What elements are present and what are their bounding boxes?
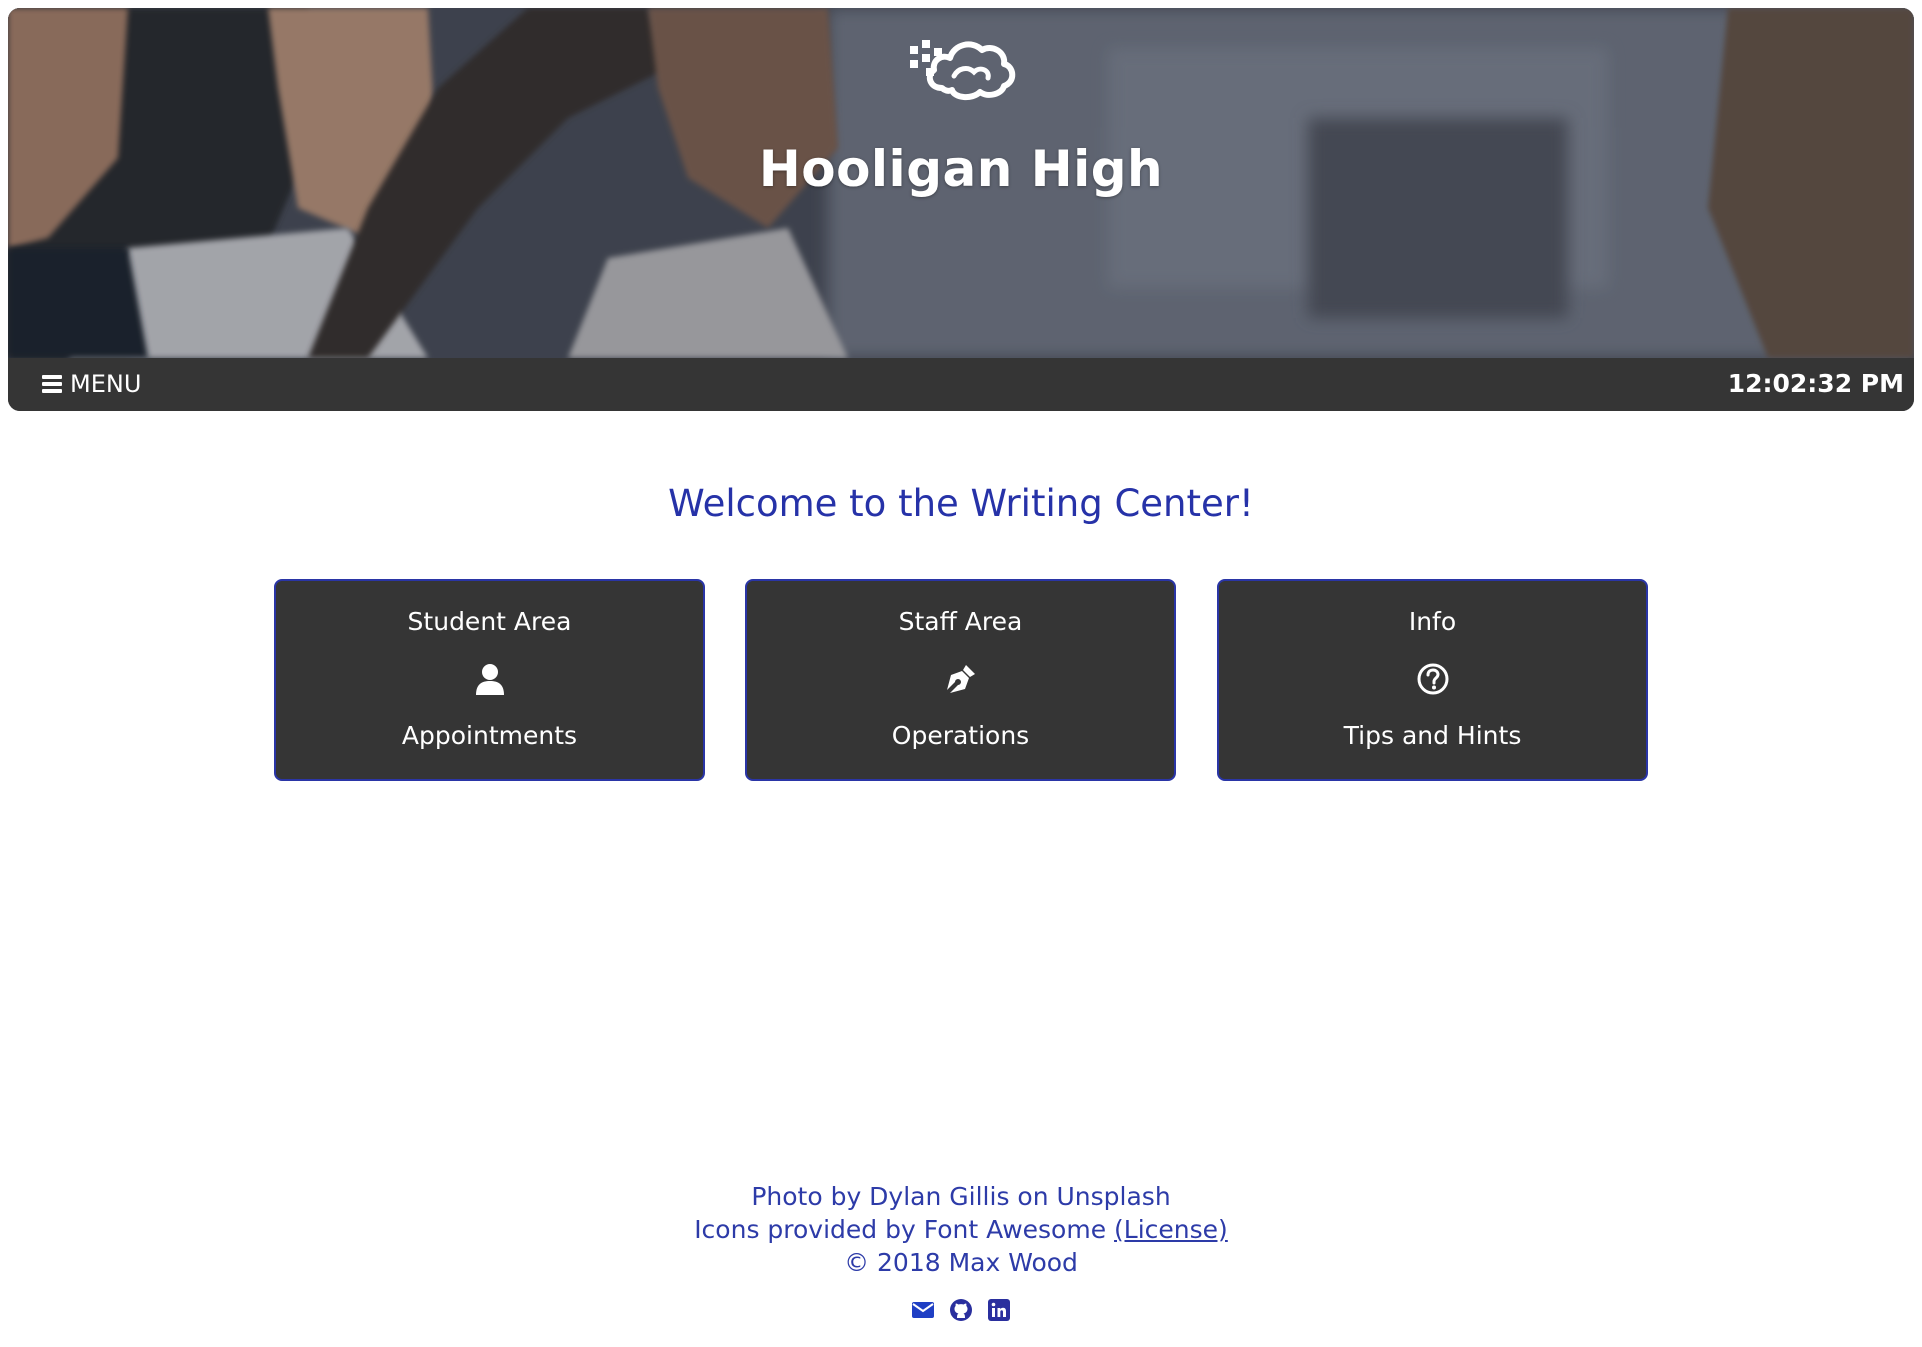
bars-icon — [42, 375, 62, 393]
clock: 12:02:32 PM — [1727, 369, 1904, 398]
site-header: Hooligan High MENU 12:02:32 PM — [8, 8, 1914, 411]
card-title: Info — [1408, 607, 1457, 636]
envelope-icon[interactable] — [911, 1298, 935, 1322]
card-title: Staff Area — [898, 607, 1023, 636]
menu-label: MENU — [70, 370, 142, 398]
card-subtitle: Tips and Hints — [1343, 721, 1522, 750]
area-cards: Student Area Appointments Staff Area Ope… — [274, 579, 1648, 781]
photo-credit: Photo by Dylan Gillis on Unsplash — [751, 1182, 1171, 1211]
info-card[interactable]: Info Tips and Hints — [1217, 579, 1648, 781]
student-area-card[interactable]: Student Area Appointments — [274, 579, 705, 781]
social-links — [0, 1298, 1922, 1322]
menu-button[interactable]: MENU — [42, 368, 141, 400]
staff-area-card[interactable]: Staff Area Operations — [745, 579, 1176, 781]
card-subtitle: Appointments — [401, 721, 578, 750]
card-title: Student Area — [407, 607, 572, 636]
card-subtitle: Operations — [891, 721, 1030, 750]
license-link[interactable]: (License) — [1114, 1215, 1228, 1244]
welcome-heading: Welcome to the Writing Center! — [668, 482, 1254, 525]
linkedin-icon[interactable] — [987, 1298, 1011, 1322]
icons-credit: Icons provided by Font Awesome — [694, 1215, 1107, 1244]
question-circle-icon — [1417, 663, 1448, 695]
icons-credit-line: Icons provided by Font Awesome (License) — [0, 1213, 1922, 1246]
copyright: © 2018 Max Wood — [844, 1248, 1078, 1277]
footer: Photo by Dylan Gillis on Unsplash Icons … — [0, 1180, 1922, 1279]
cloud-logo-icon — [910, 40, 1016, 100]
hero-banner: Hooligan High — [8, 8, 1914, 358]
user-icon — [475, 664, 504, 695]
top-bar: MENU 12:02:32 PM — [8, 358, 1914, 411]
github-icon[interactable] — [949, 1298, 973, 1322]
pen-nib-icon — [946, 665, 975, 693]
site-title: Hooligan High — [758, 140, 1164, 198]
